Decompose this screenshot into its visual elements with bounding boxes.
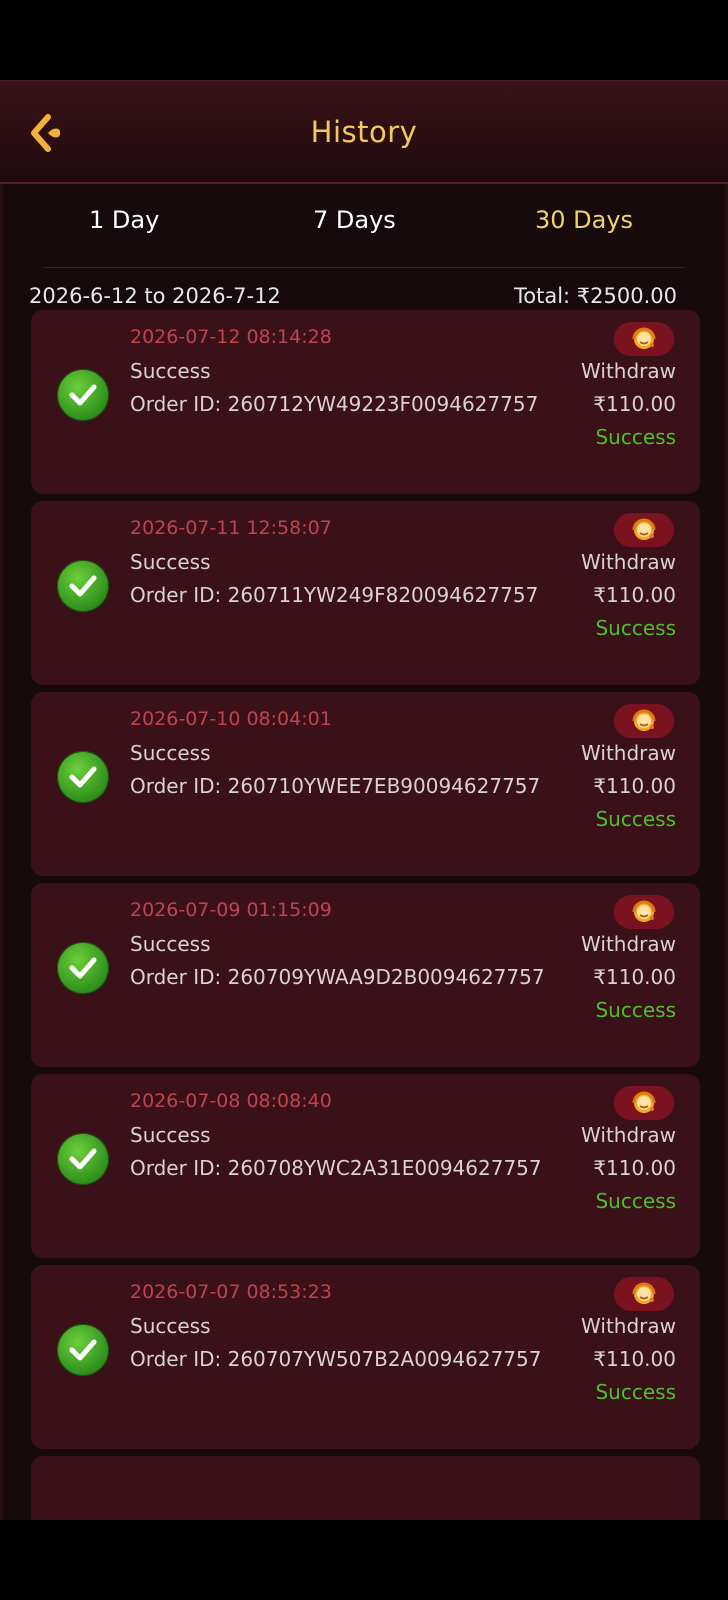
history-record[interactable]: 2026-07-11 12:58:07 Success Order ID: 26… (31, 501, 700, 685)
tab-7-days[interactable]: 7 Days (313, 206, 396, 234)
record-status: Success (130, 1123, 211, 1147)
record-result: Success (595, 616, 676, 640)
check-circle-icon (57, 1133, 109, 1185)
record-status: Success (130, 1314, 211, 1338)
check-circle-icon (57, 1324, 109, 1376)
summary-row: 2026-6-12 to 2026-7-12 Total: ₹2500.00 (29, 284, 677, 308)
check-circle-icon (57, 751, 109, 803)
record-order-id: Order ID: 260709YWAA9D2B0094627757 (130, 965, 545, 989)
support-button[interactable] (614, 704, 674, 738)
customer-service-icon (632, 518, 656, 540)
customer-service-icon (632, 900, 656, 922)
record-status: Success (130, 359, 211, 383)
history-content: 1 Day 7 Days 30 Days 2026-6-12 to 2026-7… (0, 184, 728, 1520)
record-time: 2026-07-12 08:14:28 (130, 326, 332, 348)
record-type: Withdraw (581, 1123, 676, 1147)
record-result: Success (595, 1189, 676, 1213)
history-record[interactable]: 2026-07-08 08:08:40 Success Order ID: 26… (31, 1074, 700, 1258)
support-button[interactable] (614, 1086, 674, 1120)
record-status: Success (130, 932, 211, 956)
record-amount: ₹110.00 (593, 392, 676, 416)
check-circle-icon (57, 560, 109, 612)
tabs-divider (43, 267, 685, 268)
tab-1-day[interactable]: 1 Day (89, 206, 159, 234)
record-order-id: Order ID: 260707YW507B2A0094627757 (130, 1347, 542, 1371)
record-type: Withdraw (581, 1314, 676, 1338)
bottom-bar (0, 1520, 728, 1600)
record-result: Success (595, 1380, 676, 1404)
record-type: Withdraw (581, 741, 676, 765)
header: History (0, 80, 728, 184)
customer-service-icon (632, 1091, 656, 1113)
support-button[interactable] (614, 895, 674, 929)
history-record[interactable]: 2026-07-10 08:04:01 Success Order ID: 26… (31, 692, 700, 876)
record-amount: ₹110.00 (593, 1156, 676, 1180)
record-order-id: Order ID: 260710YWEE7EB90094627757 (130, 774, 541, 798)
record-result: Success (595, 998, 676, 1022)
record-order-id: Order ID: 260711YW249F820094627757 (130, 583, 539, 607)
record-time: 2026-07-11 12:58:07 (130, 517, 332, 539)
customer-service-icon (632, 709, 656, 731)
history-record-partial[interactable] (31, 1456, 700, 1520)
support-button[interactable] (614, 322, 674, 356)
record-type: Withdraw (581, 932, 676, 956)
page-title: History (310, 115, 418, 149)
record-time: 2026-07-09 01:15:09 (130, 899, 332, 921)
customer-service-icon (632, 327, 656, 349)
record-type: Withdraw (581, 359, 676, 383)
tab-30-days[interactable]: 30 Days (535, 206, 633, 234)
history-record[interactable]: 2026-07-09 01:15:09 Success Order ID: 26… (31, 883, 700, 1067)
period-tabs: 1 Day 7 Days 30 Days (3, 184, 725, 264)
record-amount: ₹110.00 (593, 1347, 676, 1371)
status-bar (0, 0, 728, 80)
record-amount: ₹110.00 (593, 774, 676, 798)
record-result: Success (595, 807, 676, 831)
date-range: 2026-6-12 to 2026-7-12 (29, 284, 281, 308)
record-order-id: Order ID: 260708YWC2A31E0094627757 (130, 1156, 542, 1180)
record-amount: ₹110.00 (593, 583, 676, 607)
record-time: 2026-07-08 08:08:40 (130, 1090, 332, 1112)
customer-service-icon (632, 1282, 656, 1304)
record-status: Success (130, 550, 211, 574)
record-time: 2026-07-07 08:53:23 (130, 1281, 332, 1303)
record-amount: ₹110.00 (593, 965, 676, 989)
check-circle-icon (57, 369, 109, 421)
record-result: Success (595, 425, 676, 449)
support-button[interactable] (614, 513, 674, 547)
check-circle-icon (57, 942, 109, 994)
record-time: 2026-07-10 08:04:01 (130, 708, 332, 730)
total-amount: Total: ₹2500.00 (514, 284, 677, 308)
record-order-id: Order ID: 260712YW49223F0094627757 (130, 392, 539, 416)
support-button[interactable] (614, 1277, 674, 1311)
record-type: Withdraw (581, 550, 676, 574)
history-record[interactable]: 2026-07-07 08:53:23 Success Order ID: 26… (31, 1265, 700, 1449)
history-record[interactable]: 2026-07-12 08:14:28 Success Order ID: 26… (31, 310, 700, 494)
record-status: Success (130, 741, 211, 765)
